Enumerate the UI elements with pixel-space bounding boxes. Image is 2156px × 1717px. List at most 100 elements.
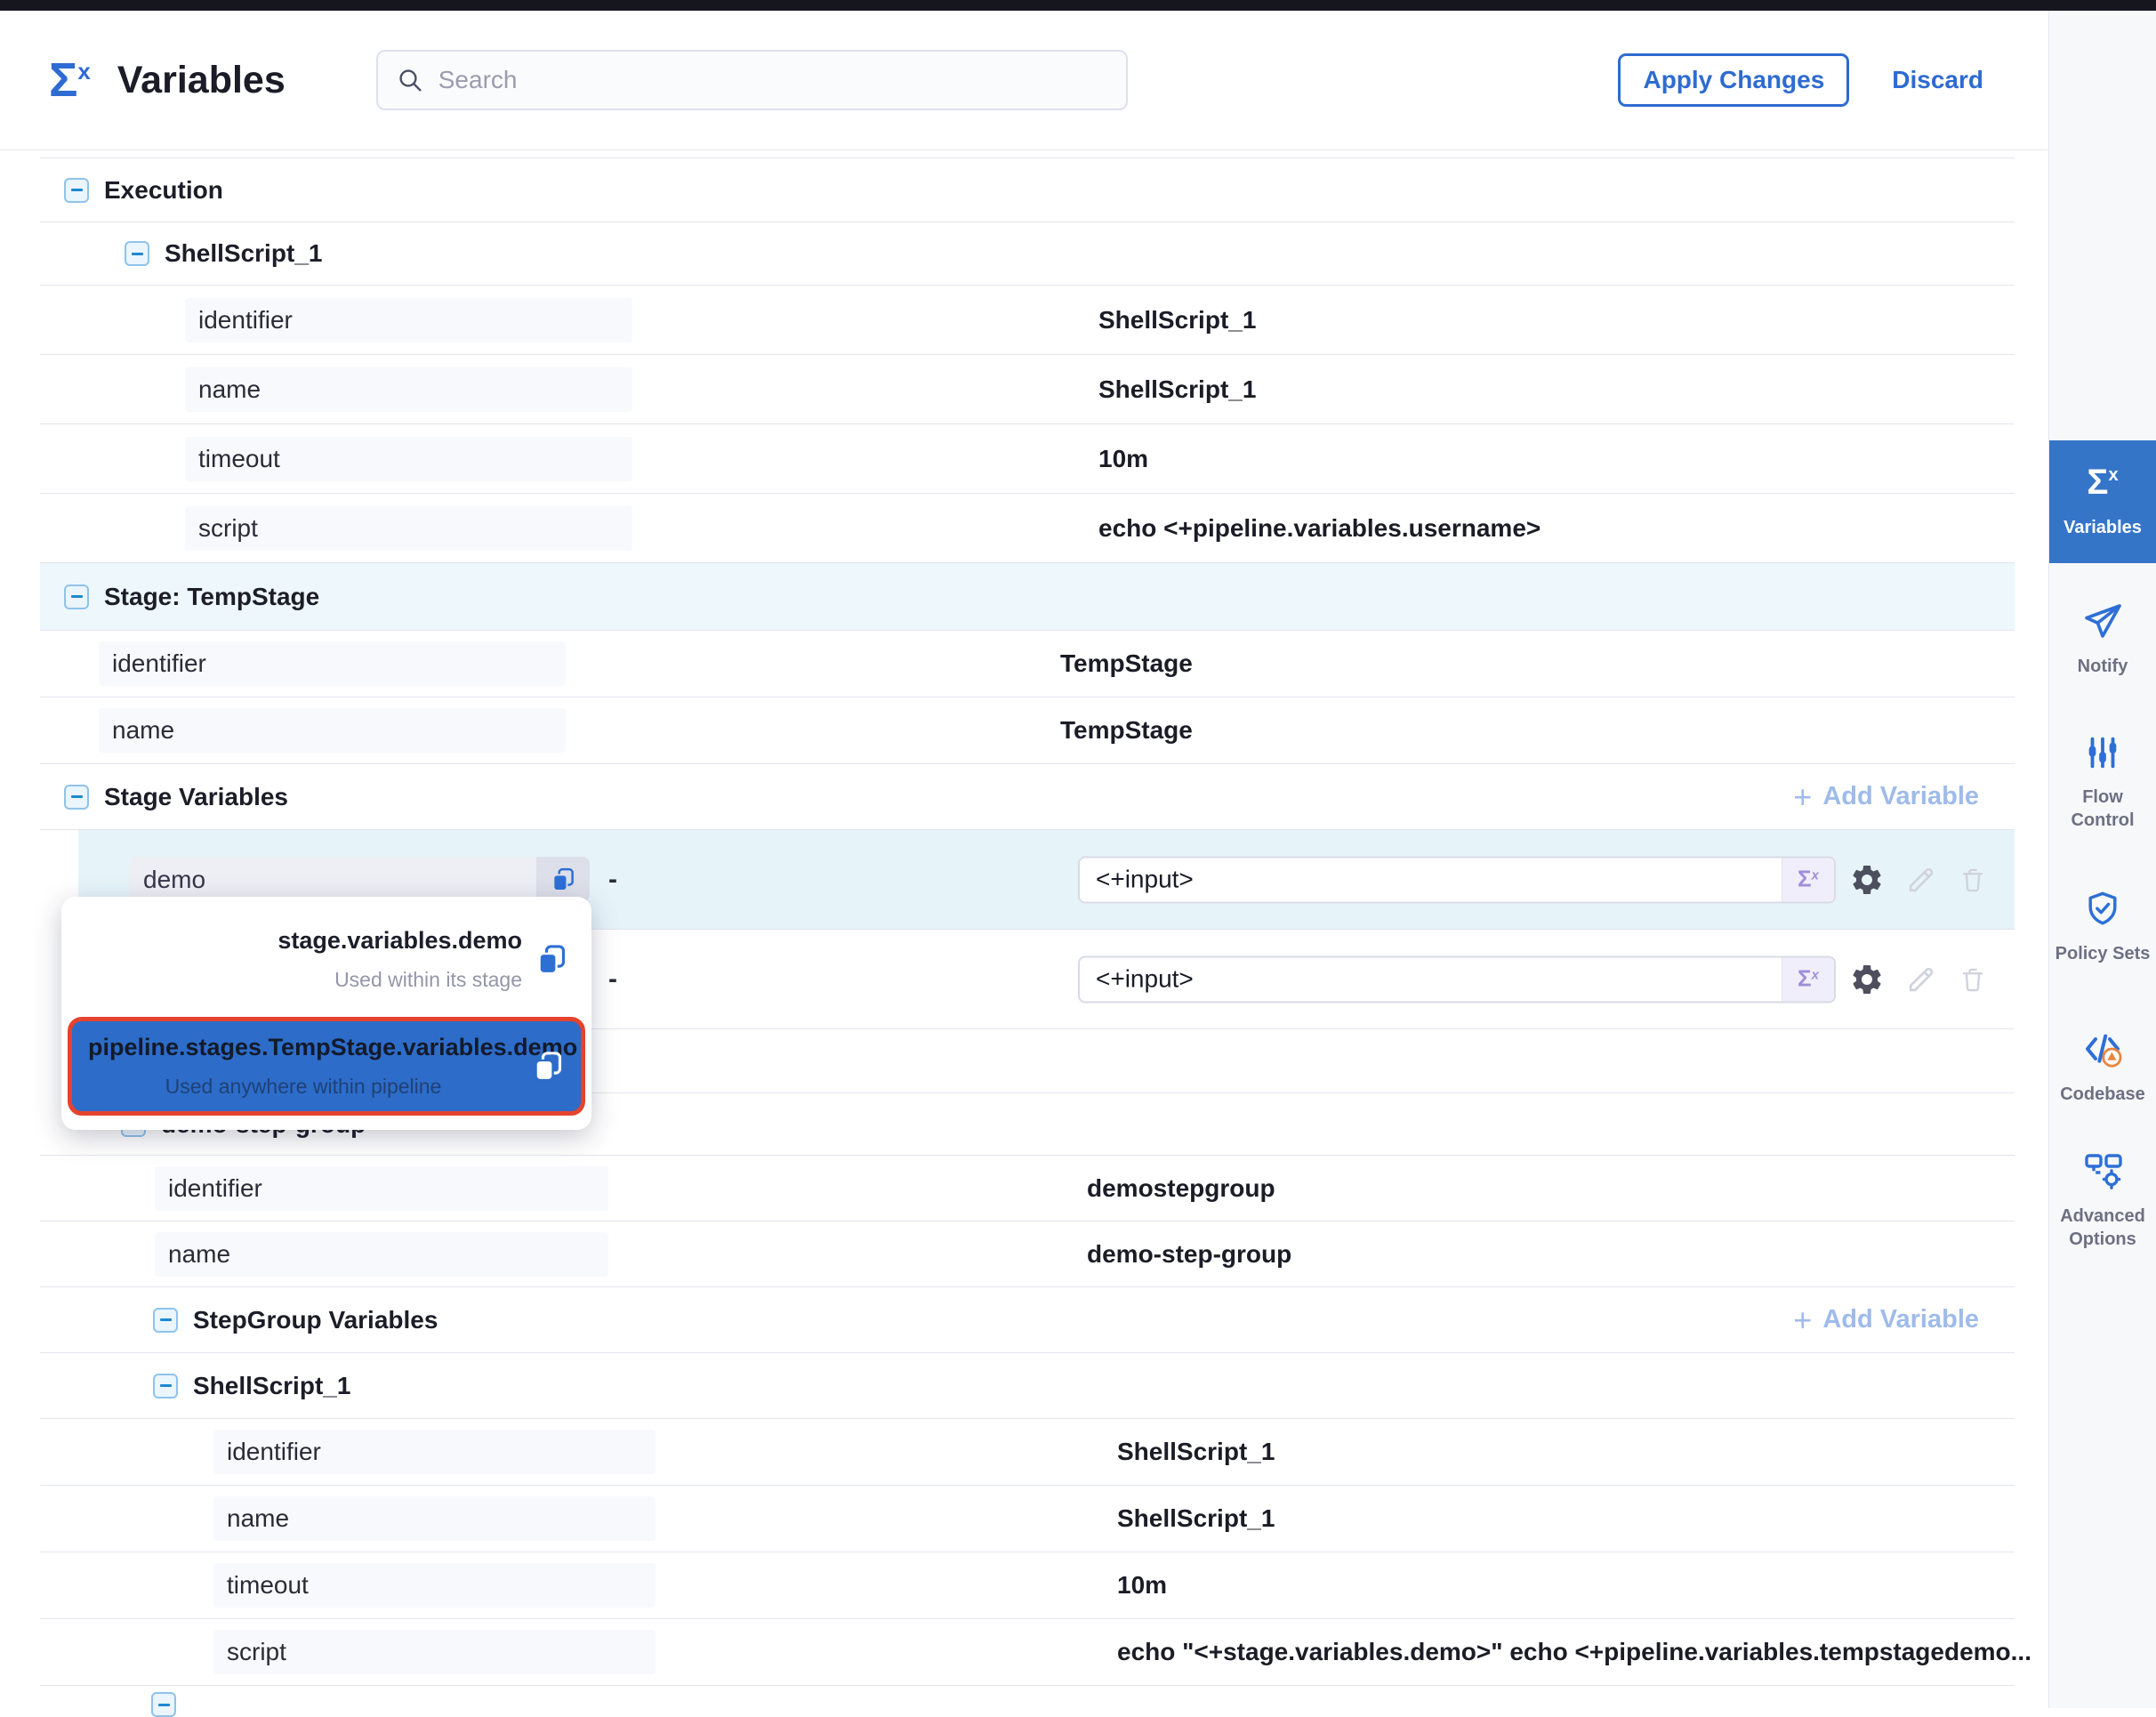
copy-icon — [531, 1050, 565, 1084]
add-variable-button-stepgroup[interactable]: + Add Variable — [1793, 1304, 1979, 1336]
field-row-stage-identifier: identifier TempStage — [40, 631, 2015, 697]
gear-icon — [1849, 862, 1885, 898]
field-value-script: echo <+pipeline.variables.username> — [1098, 514, 1541, 543]
browser-top-strip — [0, 0, 2156, 11]
pencil-icon — [1904, 863, 1938, 897]
nav-item-flow-control[interactable]: Flow Control — [2049, 715, 2156, 849]
tree-row-stage-tempstage: Stage: TempStage — [40, 563, 2015, 631]
page-header: Σ x Variables Search Apply Changes Disca… — [0, 11, 2047, 150]
stage-header-label: Stage: TempStage — [104, 583, 319, 611]
variable-delete-button[interactable] — [1958, 964, 1988, 995]
nav-label-flow-control: Flow Control — [2049, 786, 2156, 832]
variable-settings-button[interactable] — [1849, 862, 1885, 898]
field-row-stage-name: name TempStage — [40, 697, 2015, 764]
stage-name-label: name — [99, 708, 566, 753]
nav-label-variables: Variables — [2060, 516, 2145, 539]
pencil-icon — [1904, 963, 1938, 996]
variable-name-value: demo — [129, 866, 536, 894]
copy-expression-button[interactable] — [531, 1050, 565, 1084]
nav-label-codebase: Codebase — [2056, 1083, 2149, 1106]
sg-name-value: demo-step-group — [1087, 1240, 1291, 1269]
trash-icon — [1958, 964, 1988, 995]
search-placeholder: Search — [438, 66, 518, 94]
expression-option-pipeline-scope-selected[interactable]: pipeline.stages.TempStage.variables.demo… — [68, 1017, 585, 1116]
add-variable-button-stage[interactable]: + Add Variable — [1793, 781, 1979, 813]
tree-row-execution: Execution — [40, 158, 2015, 222]
field-row-sg-step-timeout: timeout 10m — [40, 1552, 2015, 1619]
nav-item-notify[interactable]: Notify — [2049, 584, 2156, 693]
sigma-glyph: Σ — [1798, 964, 1812, 992]
search-input[interactable]: Search — [376, 50, 1128, 110]
stage-identifier-label: identifier — [99, 641, 566, 686]
field-value-name: ShellScript_1 — [1098, 375, 1256, 404]
gear-icon — [1849, 962, 1885, 997]
field-value-identifier: ShellScript_1 — [1098, 306, 1256, 335]
field-label-script: script — [185, 506, 632, 551]
expression-toggle-button[interactable]: Σ x — [1782, 858, 1834, 901]
sigma-sub-glyph: x — [1812, 967, 1819, 982]
field-row-name: name ShellScript_1 — [40, 355, 2015, 424]
field-row-sg-identifier: identifier demostepgroup — [40, 1156, 2015, 1221]
field-label-timeout: timeout — [185, 437, 632, 481]
apply-changes-button[interactable]: Apply Changes — [1618, 53, 1849, 107]
variables-sigma-icon: Σ x — [49, 56, 91, 104]
sg-identifier-value: demostepgroup — [1087, 1174, 1275, 1203]
sigma-sub-glyph: x — [2108, 466, 2118, 484]
variable-edit-button[interactable] — [1904, 963, 1938, 996]
field-row-sg-step-script: script echo "<+stage.variables.demo>" ec… — [40, 1619, 2015, 1686]
variable-required-dash: - — [608, 865, 617, 895]
paper-plane-icon — [2081, 600, 2124, 642]
variable-required-dash: - — [608, 964, 617, 995]
variable-value-input[interactable]: <+input> Σ x — [1078, 856, 1836, 903]
copy-icon — [535, 943, 568, 977]
expression-toggle-button[interactable]: Σ x — [1782, 957, 1834, 1001]
variable-settings-button[interactable] — [1849, 962, 1885, 997]
collapse-icon-partial[interactable] — [151, 1692, 176, 1717]
nav-label-policy-sets: Policy Sets — [2052, 942, 2154, 965]
search-icon — [396, 66, 424, 94]
variable-row-actions — [1849, 962, 1988, 997]
execution-label: Execution — [104, 176, 223, 205]
collapse-icon-stage-variables[interactable] — [64, 785, 89, 810]
variable-delete-button[interactable] — [1958, 865, 1988, 895]
shellscript1-label: ShellScript_1 — [165, 239, 322, 268]
sg-step-identifier-label: identifier — [213, 1430, 656, 1474]
nav-item-variables[interactable]: Σ x Variables — [2049, 440, 2156, 563]
sg-step-timeout-label: timeout — [213, 1563, 656, 1608]
collapse-icon-shellscript1[interactable] — [125, 241, 149, 266]
nav-item-advanced-options[interactable]: Advanced Options — [2049, 1133, 2156, 1267]
expression-option-stage-scope[interactable]: stage.variables.demo Used within its sta… — [61, 897, 591, 1012]
variables-sigma-icon: Σ x — [2087, 464, 2118, 500]
expression-popup: stage.variables.demo Used within its sta… — [61, 897, 591, 1130]
sg-shellscript1-label: ShellScript_1 — [193, 1372, 350, 1400]
sigma-glyph: Σ — [2087, 464, 2108, 500]
tree-row-shellscript1: ShellScript_1 — [40, 222, 2015, 286]
sg-step-script-label: script — [213, 1630, 656, 1674]
variable-name-input[interactable]: demo — [129, 857, 590, 902]
field-row-script: script echo <+pipeline.variables.usernam… — [40, 494, 2015, 563]
codebase-warning-icon — [2081, 1028, 2124, 1070]
tree-row-stage-variables: Stage Variables + Add Variable — [40, 764, 2015, 830]
right-sidebar: Σ x Variables Notify Flow Control Policy… — [2048, 11, 2156, 1708]
variable-value-text: <+input> — [1080, 866, 1782, 894]
sg-step-name-value: ShellScript_1 — [1117, 1504, 1275, 1533]
page-title: Variables — [117, 59, 286, 102]
sg-step-name-label: name — [213, 1496, 656, 1541]
field-label-name: name — [185, 367, 632, 412]
variable-edit-button[interactable] — [1904, 863, 1938, 897]
collapse-icon-stage[interactable] — [64, 584, 89, 609]
collapse-icon-execution[interactable] — [64, 178, 89, 203]
advanced-options-icon — [2081, 1149, 2124, 1192]
copy-expression-button[interactable] — [535, 943, 568, 977]
collapse-icon-stepgroup-variables[interactable] — [153, 1308, 178, 1333]
nav-item-policy-sets[interactable]: Policy Sets — [2049, 860, 2156, 994]
variable-value-input[interactable]: <+input> Σ x — [1078, 955, 1836, 1003]
copy-variable-name-button[interactable] — [536, 857, 590, 902]
field-row-identifier: identifier ShellScript_1 — [40, 286, 2015, 355]
trash-icon — [1958, 865, 1988, 895]
collapse-icon-sg-shellscript1[interactable] — [153, 1374, 178, 1399]
discard-button[interactable]: Discard — [1892, 66, 1983, 94]
nav-item-codebase[interactable]: Codebase — [2049, 1009, 2156, 1125]
sg-name-label: name — [155, 1232, 608, 1277]
field-value-timeout: 10m — [1098, 445, 1148, 473]
